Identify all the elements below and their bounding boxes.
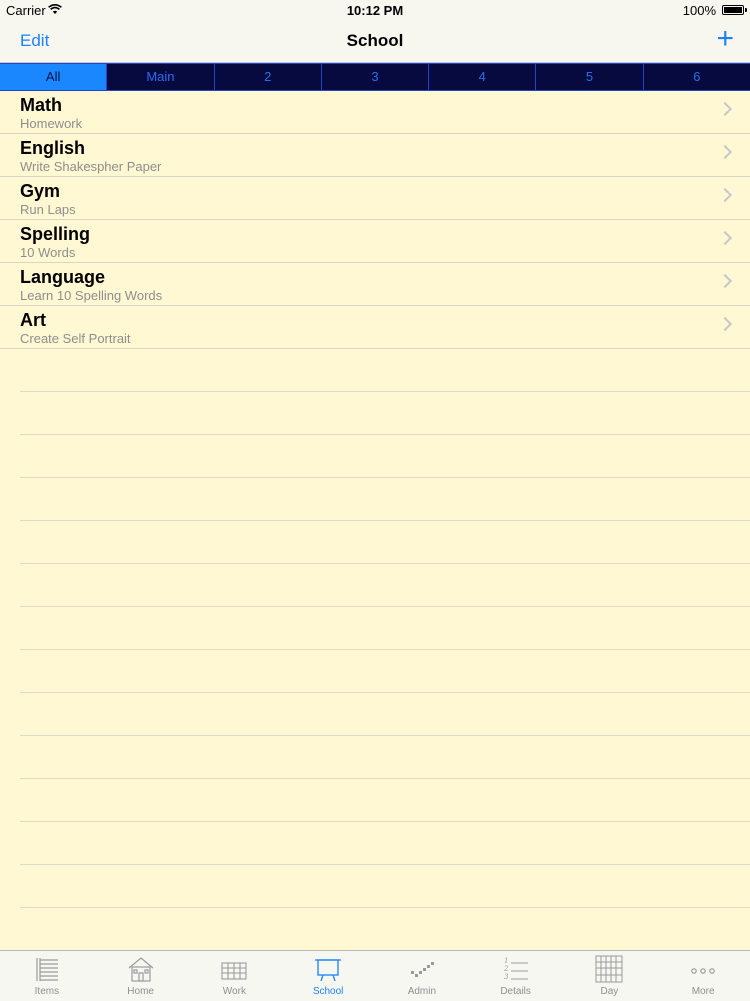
chevron-right-icon [717, 273, 733, 289]
add-button[interactable]: + [716, 24, 734, 54]
tab-home[interactable]: Home [94, 951, 188, 1001]
more-icon [691, 968, 715, 974]
edit-button[interactable]: Edit [20, 31, 49, 51]
segment-2[interactable]: 2 [213, 64, 321, 90]
grid-icon [221, 962, 247, 980]
tab-label: More [691, 986, 715, 997]
house-icon [128, 957, 154, 982]
tab-label: Work [222, 986, 246, 997]
segment-3[interactable]: 3 [320, 64, 428, 90]
item-title: Language [20, 267, 106, 287]
item-subtitle: Create Self Portrait [20, 331, 131, 346]
navigation-bar: Edit School + [0, 20, 750, 63]
list-item[interactable]: Language Learn 10 Spelling Words [0, 263, 750, 306]
battery-percent: 100% [682, 3, 716, 18]
chevron-right-icon [717, 187, 733, 203]
item-subtitle: Homework [20, 116, 83, 131]
numbered-list-icon: 123 [503, 957, 528, 981]
tab-label: Day [600, 986, 619, 997]
segment-all[interactable]: All [0, 64, 107, 90]
tab-school[interactable]: School [281, 951, 375, 1001]
filter-segmented-control: All Main 2 3 4 5 6 [0, 63, 750, 91]
segment-5[interactable]: 5 [535, 64, 642, 90]
tab-admin[interactable]: Admin [375, 951, 469, 1001]
list-item[interactable]: English Write Shakespher Paper [0, 134, 750, 177]
segment-main[interactable]: Main [106, 64, 213, 90]
item-subtitle: Run Laps [20, 202, 76, 217]
item-subtitle: Write Shakespher Paper [20, 159, 162, 174]
item-title: Math [20, 95, 62, 115]
segment-6[interactable]: 6 [642, 64, 750, 90]
clock: 10:12 PM [346, 3, 404, 18]
tab-label: Items [34, 986, 60, 997]
battery-icon [722, 5, 747, 15]
item-list: Math Homework English Write Shakespher P… [0, 91, 750, 349]
tab-items[interactable]: Items [0, 951, 94, 1001]
list-item[interactable]: Math Homework [0, 91, 750, 134]
item-subtitle: Learn 10 Spelling Words [20, 288, 163, 303]
check-icon [410, 962, 434, 977]
empty-rows [20, 349, 750, 908]
chalkboard-icon [315, 959, 342, 982]
status-bar: Carrier 10:12 PM 100% [0, 0, 750, 20]
tab-day[interactable]: Day [563, 951, 657, 1001]
segment-4[interactable]: 4 [428, 64, 535, 90]
tab-bar: Items Home Work School Admin 1 2 3 Detai… [0, 950, 750, 1001]
item-subtitle: 10 Words [20, 245, 76, 260]
tab-work[interactable]: Work [188, 951, 282, 1001]
tab-more[interactable]: More [656, 951, 750, 1001]
chevron-right-icon [717, 316, 733, 332]
item-title: English [20, 138, 86, 158]
item-title: Gym [20, 181, 61, 201]
calendar-icon [595, 955, 623, 983]
list-icon [36, 958, 58, 981]
tab-label: Details [500, 986, 531, 997]
page-title: School [346, 31, 404, 50]
list-item[interactable]: Gym Run Laps [0, 177, 750, 220]
svg-text:1: 1 [504, 957, 508, 965]
item-title: Art [20, 310, 46, 330]
svg-text:2: 2 [503, 965, 509, 973]
item-title: Spelling [20, 224, 91, 244]
tab-details[interactable]: 123 Details [469, 951, 563, 1001]
list-item[interactable]: Spelling 10 Words [0, 220, 750, 263]
list-item[interactable]: Art Create Self Portrait [0, 306, 750, 349]
chevron-right-icon [717, 101, 733, 117]
tab-label: School [312, 986, 344, 997]
chevron-right-icon [717, 144, 733, 160]
tab-label: Home [127, 986, 154, 997]
chevron-right-icon [717, 230, 733, 246]
svg-text:3: 3 [504, 973, 509, 981]
tab-label: Admin [407, 986, 437, 997]
